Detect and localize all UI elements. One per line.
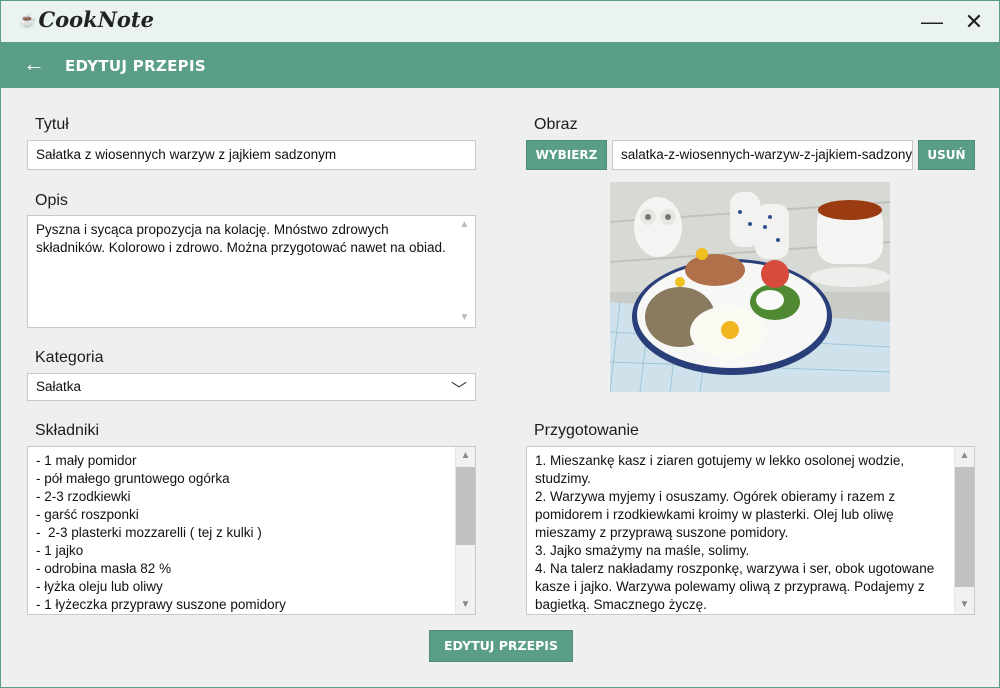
scrollbar-thumb[interactable] bbox=[955, 467, 974, 587]
preparation-textarea[interactable]: 1. Mieszankę kasz i ziaren gotujemy w le… bbox=[526, 446, 975, 615]
scrollbar-thumb[interactable] bbox=[456, 467, 475, 545]
ingredients-textarea[interactable]: - 1 mały pomidor - pół małego gruntowego… bbox=[27, 446, 476, 615]
image-label: Obraz bbox=[534, 116, 578, 133]
description-label: Opis bbox=[35, 192, 68, 209]
minimize-button[interactable]: — bbox=[917, 7, 947, 37]
ingredients-scrollbar[interactable]: ▲ ▼ bbox=[455, 447, 475, 614]
scroll-up-icon[interactable]: ▲ bbox=[955, 447, 974, 465]
title-input[interactable]: Sałatka z wiosennych warzyw z jajkiem sa… bbox=[27, 140, 476, 170]
page-title: EDYTUJ PRZEPIS bbox=[65, 57, 206, 75]
preparation-text: 1. Mieszankę kasz i ziaren gotujemy w le… bbox=[535, 453, 935, 612]
cup-icon: ☕ bbox=[19, 13, 37, 29]
category-label: Kategoria bbox=[35, 349, 104, 366]
app-name: CookNote bbox=[38, 7, 154, 32]
category-select[interactable]: Sałatka ﹀ bbox=[27, 373, 476, 401]
category-value: Sałatka bbox=[36, 379, 82, 394]
ingredients-text: - 1 mały pomidor - pół małego gruntowego… bbox=[36, 453, 286, 612]
close-button[interactable]: ✕ bbox=[959, 7, 989, 37]
title-bar: ☕CookNote — ✕ bbox=[1, 1, 999, 42]
chevron-down-icon: ﹀ bbox=[450, 382, 467, 399]
scroll-up-icon[interactable]: ▲ bbox=[455, 216, 474, 234]
app-logo: ☕CookNote bbox=[19, 7, 154, 32]
app-window: ☕CookNote — ✕ ← EDYTUJ PRZEPIS Tytuł Sał… bbox=[0, 0, 1000, 688]
description-text: Pyszna i sycąca propozycja na kolację. M… bbox=[36, 222, 446, 255]
title-label: Tytuł bbox=[35, 116, 69, 133]
image-filename-input[interactable]: salatka-z-wiosennych-warzyw-z-jajkiem-sa… bbox=[612, 140, 913, 170]
page-header: ← EDYTUJ PRZEPIS bbox=[1, 42, 999, 88]
remove-image-button[interactable]: USUŃ bbox=[918, 140, 975, 170]
choose-image-button[interactable]: WYBIERZ bbox=[526, 140, 607, 170]
scroll-down-icon[interactable]: ▼ bbox=[456, 596, 475, 614]
scroll-down-icon[interactable]: ▼ bbox=[955, 596, 974, 614]
scroll-down-icon[interactable]: ▼ bbox=[455, 309, 474, 327]
ingredients-label: Składniki bbox=[35, 422, 100, 439]
scroll-up-icon[interactable]: ▲ bbox=[456, 447, 475, 465]
description-scrollbar[interactable]: ▲ ▼ bbox=[455, 216, 475, 327]
preparation-label: Przygotowanie bbox=[534, 422, 639, 439]
submit-edit-recipe-button[interactable]: EDYTUJ PRZEPIS bbox=[429, 630, 573, 662]
back-arrow-icon[interactable]: ← bbox=[23, 51, 45, 77]
preparation-scrollbar[interactable]: ▲ ▼ bbox=[954, 447, 974, 614]
recipe-photo bbox=[610, 182, 890, 392]
description-textarea[interactable]: Pyszna i sycąca propozycja na kolację. M… bbox=[27, 215, 476, 328]
